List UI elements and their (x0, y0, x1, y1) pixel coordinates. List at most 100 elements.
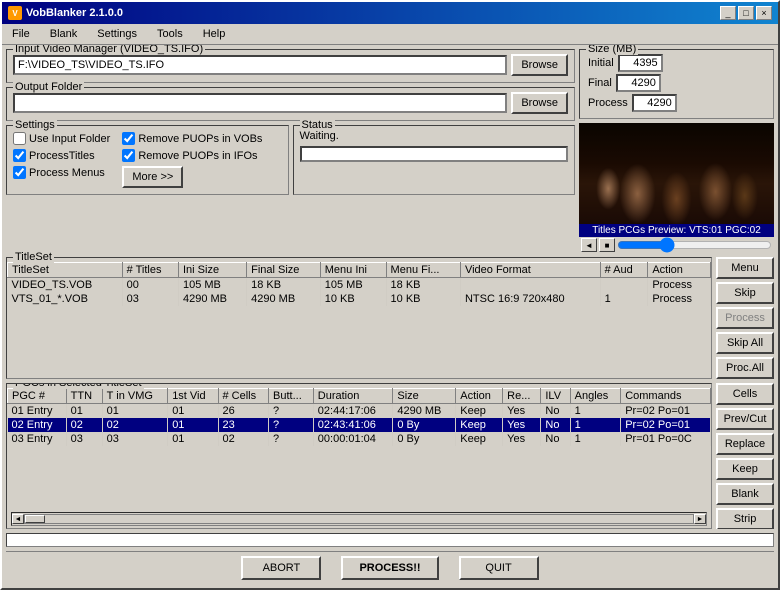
preview-prev-button[interactable]: ◄ (581, 238, 597, 252)
replace-btn[interactable]: Replace (716, 433, 774, 455)
process-titles-row[interactable]: ProcessTitles (13, 149, 110, 162)
input-video-group: Input Video Manager (VIDEO_TS.IFO) Brows… (6, 49, 575, 83)
use-input-folder-label: Use Input Folder (29, 133, 110, 145)
skip-all-btn[interactable]: Skip All (716, 332, 774, 354)
titleset-table-container: TitleSet # Titles Ini Size Final Size Me… (7, 262, 711, 306)
pgc-row[interactable]: 01 Entry 01 01 01 26 ? 02:44:17:06 4290 … (8, 404, 711, 419)
menu-blank[interactable]: Blank (44, 26, 84, 42)
minimize-button[interactable]: _ (720, 6, 736, 20)
app-icon: V (8, 6, 22, 20)
window-title: VobBlanker 2.1.0.0 (26, 7, 123, 19)
pgc-scrollbar[interactable]: ◄ ► (11, 512, 707, 526)
initial-label: Initial (588, 57, 614, 69)
progress-bar (300, 146, 569, 162)
close-button[interactable]: × (756, 6, 772, 20)
remove-puops-ifos-check[interactable] (122, 149, 135, 162)
output-folder-group: Output Folder Browse (6, 87, 575, 121)
pgc-col-cells: # Cells (218, 389, 269, 404)
menu-bar: File Blank Settings Tools Help (2, 24, 778, 45)
pgc-col-pgc: PGC # (8, 389, 67, 404)
col-menu-fi: Menu Fi... (386, 263, 460, 278)
cells-btn[interactable]: Cells (716, 383, 774, 405)
col-titles: # Titles (122, 263, 178, 278)
col-action: Action (648, 263, 711, 278)
output-folder-field[interactable] (13, 93, 507, 113)
process-menus-label: Process Menus (29, 167, 105, 179)
col-final-size: Final Size (247, 263, 321, 278)
pgc-buttons: Cells Prev/Cut Replace Keep Blank Strip (716, 383, 774, 529)
final-value (616, 74, 661, 92)
scroll-right-icon[interactable]: ► (694, 514, 706, 524)
maximize-button[interactable]: □ (738, 6, 754, 20)
preview-stop-button[interactable]: ■ (599, 238, 615, 252)
strip-btn[interactable]: Strip (716, 508, 774, 529)
scroll-left-icon[interactable]: ◄ (12, 514, 24, 524)
use-input-folder-row[interactable]: Use Input Folder (13, 132, 110, 145)
remove-puops-vobs-row[interactable]: Remove PUOPs in VOBs (122, 132, 262, 145)
process-titles-check[interactable] (13, 149, 26, 162)
process-size-label: Process (588, 97, 628, 109)
process-titles-label: ProcessTitles (29, 150, 95, 162)
table-row[interactable]: VIDEO_TS.VOB 00 105 MB 18 KB 105 MB 18 K… (8, 278, 711, 293)
preview-slider[interactable] (617, 240, 772, 250)
abort-button[interactable]: ABORT (241, 556, 321, 580)
skip-btn[interactable]: Skip (716, 282, 774, 304)
preview-box: Titles PCGs Preview: VTS:01 PGC:02 ◄ ■ (579, 123, 774, 253)
menu-help[interactable]: Help (197, 26, 232, 42)
process-button[interactable]: PROCESS!! (341, 556, 438, 580)
titleset-section: TitleSet TitleSet # Titles Ini Size Fina… (6, 257, 712, 379)
pgc-col-ilv: ILV (541, 389, 570, 404)
pgc-col-ttn: TTN (66, 389, 102, 404)
process-value (632, 94, 677, 112)
pgc-col-angles: Angles (570, 389, 621, 404)
use-input-folder-check[interactable] (13, 132, 26, 145)
final-label: Final (588, 77, 612, 89)
output-folder-label: Output Folder (13, 81, 84, 93)
input-browse-button[interactable]: Browse (511, 54, 568, 76)
menu-btn[interactable]: Menu (716, 257, 774, 279)
status-text: Waiting. (300, 130, 569, 142)
pgc-row[interactable]: 02 Entry 02 02 01 23 ? 02:43:41:06 0 By … (8, 418, 711, 432)
pgc-col-re: Re... (503, 389, 541, 404)
pgc-col-action: Action (456, 389, 503, 404)
process-menus-check[interactable] (13, 166, 26, 179)
pgc-section: PGCs in Selected TitleSet PGC # TTN T in… (6, 383, 712, 529)
pgc-col-butt: Butt... (269, 389, 314, 404)
titleset-buttons: Menu Skip Process Skip All Proc.All (716, 257, 774, 379)
pgc-table: PGC # TTN T in VMG 1st Vid # Cells Butt.… (7, 388, 711, 446)
menu-file[interactable]: File (6, 26, 36, 42)
pgc-col-size: Size (393, 389, 456, 404)
prev-cut-btn[interactable]: Prev/Cut (716, 408, 774, 430)
menu-settings[interactable]: Settings (91, 26, 143, 42)
process-btn[interactable]: Process (716, 307, 774, 329)
size-label: Size (MB) (586, 45, 638, 55)
scene-people-overlay (579, 123, 774, 224)
col-menu-ini: Menu Ini (320, 263, 386, 278)
status-title: Status (300, 119, 335, 131)
initial-value (618, 54, 663, 72)
titleset-table: TitleSet # Titles Ini Size Final Size Me… (7, 262, 711, 306)
col-ini-size: Ini Size (178, 263, 246, 278)
more-button[interactable]: More >> (122, 166, 183, 188)
input-video-label: Input Video Manager (VIDEO_TS.IFO) (13, 45, 205, 55)
blank-btn[interactable]: Blank (716, 483, 774, 505)
pgc-table-wrap: PGC # TTN T in VMG 1st Vid # Cells Butt.… (7, 388, 711, 510)
remove-puops-vobs-check[interactable] (122, 132, 135, 145)
remove-puops-ifos-row[interactable]: Remove PUOPs in IFOs (122, 149, 262, 162)
remove-puops-vobs-label: Remove PUOPs in VOBs (138, 133, 262, 145)
bottom-bar: ABORT PROCESS!! QUIT (6, 551, 774, 584)
keep-btn[interactable]: Keep (716, 458, 774, 480)
menu-tools[interactable]: Tools (151, 26, 189, 42)
output-browse-button[interactable]: Browse (511, 92, 568, 114)
quit-button[interactable]: QUIT (459, 556, 539, 580)
title-bar: V VobBlanker 2.1.0.0 _ □ × (2, 2, 778, 24)
process-menus-row[interactable]: Process Menus (13, 166, 110, 179)
table-row[interactable]: VTS_01_*.VOB 03 4290 MB 4290 MB 10 KB 10… (8, 292, 711, 306)
pgc-row[interactable]: 03 Entry 03 03 01 02 ? 00:00:01:04 0 By … (8, 432, 711, 446)
top-section: Input Video Manager (VIDEO_TS.IFO) Brows… (6, 49, 774, 253)
size-section: Size (MB) Initial Final Process (579, 49, 774, 119)
col-titleset: TitleSet (8, 263, 123, 278)
proc-all-btn[interactable]: Proc.All (716, 357, 774, 379)
input-video-field[interactable] (13, 55, 507, 75)
pgc-col-commands: Commands (621, 389, 711, 404)
